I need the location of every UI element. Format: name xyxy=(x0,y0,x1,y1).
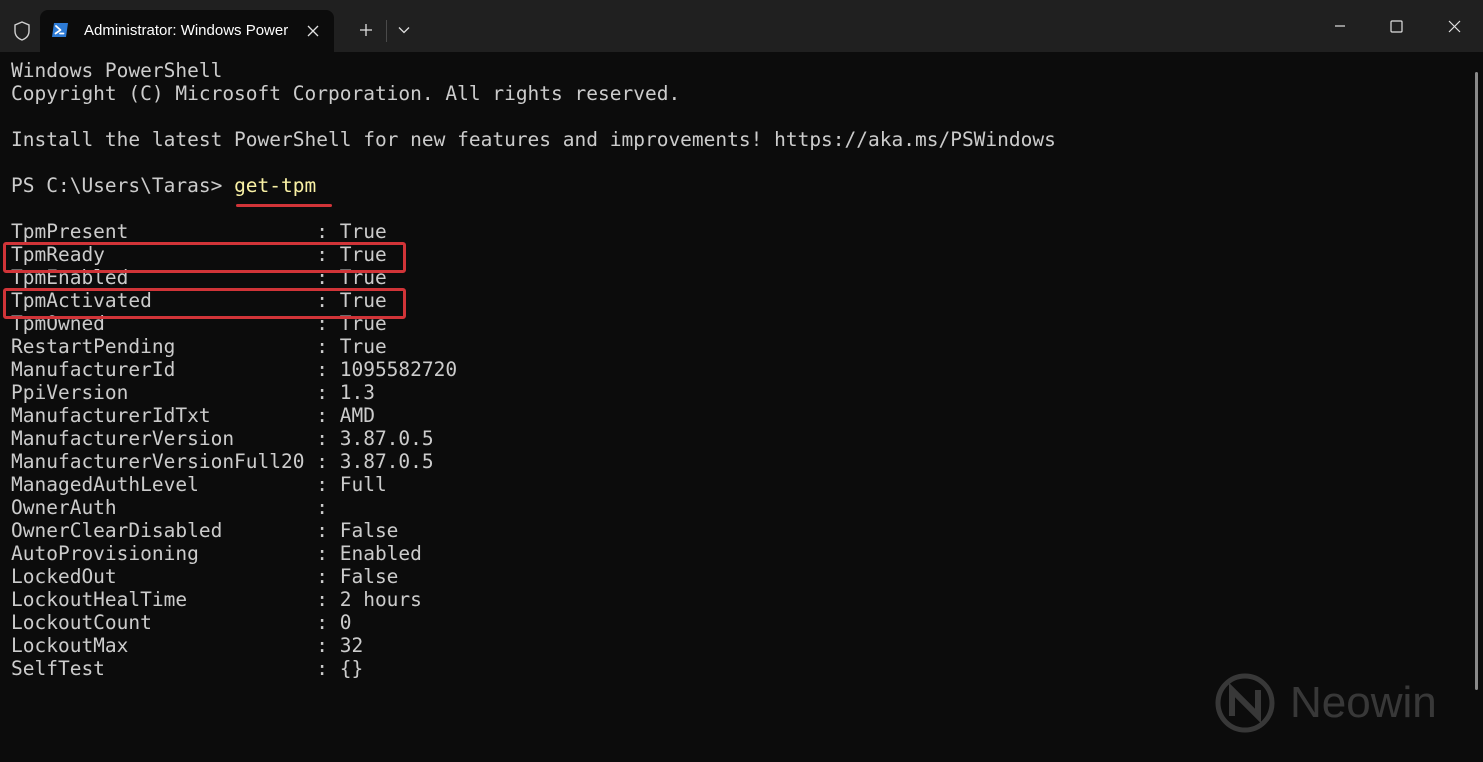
powershell-icon xyxy=(51,21,69,39)
terminal-line: OwnerAuth : xyxy=(11,496,328,519)
terminal-line: LockoutMax : 32 xyxy=(11,634,364,657)
close-icon xyxy=(1448,20,1460,32)
terminal-line: Install the latest PowerShell for new fe… xyxy=(11,128,1056,151)
close-window-button[interactable] xyxy=(1425,0,1483,52)
terminal-line: OwnerClearDisabled : False xyxy=(11,519,399,542)
command-text: get-tpm xyxy=(234,174,317,197)
tpm-present-highlight xyxy=(3,242,406,273)
terminal-line: ManufacturerVersion : 3.87.0.5 xyxy=(11,427,434,450)
chevron-down-icon xyxy=(398,27,410,34)
command-line: PS C:\Users\Taras> get-tpm xyxy=(11,174,1056,197)
tab-powershell[interactable]: Administrator: Windows PowerShell xyxy=(40,10,334,52)
title-bar: Administrator: Windows PowerShell xyxy=(0,0,1483,52)
terminal-line: RestartPending : True xyxy=(11,335,387,358)
scrollbar[interactable] xyxy=(1475,72,1478,690)
tab-title: Administrator: Windows PowerShell xyxy=(84,22,289,39)
command-underline-annotation xyxy=(236,204,332,207)
terminal-line: TpmPresent : True xyxy=(11,220,387,243)
terminal-line: SelfTest : {} xyxy=(11,657,364,680)
tpm-enabled-highlight xyxy=(3,288,406,319)
maximize-icon xyxy=(1389,19,1403,33)
plus-icon xyxy=(360,24,372,36)
terminal-line: AutoProvisioning : Enabled xyxy=(11,542,422,565)
terminal-window: Administrator: Windows PowerShell xyxy=(0,0,1483,762)
terminal-line: ManufacturerVersionFull20 : 3.87.0.5 xyxy=(11,450,434,473)
neowin-watermark: Neowin xyxy=(1214,672,1437,734)
tab-dropdown-button[interactable] xyxy=(388,12,420,48)
terminal-line: Copyright (C) Microsoft Corporation. All… xyxy=(11,82,681,105)
terminal-line: PpiVersion : 1.3 xyxy=(11,381,375,404)
titlebar-divider xyxy=(386,20,387,42)
minimize-button[interactable] xyxy=(1311,0,1369,52)
terminal-line: Windows PowerShell xyxy=(11,59,223,82)
terminal-line: ManagedAuthLevel : Full xyxy=(11,473,387,496)
prompt: PS C:\Users\Taras> xyxy=(11,174,235,197)
terminal-line: ManufacturerId : 1095582720 xyxy=(11,358,458,381)
close-icon[interactable] xyxy=(302,20,324,42)
terminal-output[interactable]: Windows PowerShell Copyright (C) Microso… xyxy=(11,59,1056,680)
maximize-button[interactable] xyxy=(1367,0,1425,52)
terminal-line: LockoutCount : 0 xyxy=(11,611,352,634)
terminal-line: LockoutHealTime : 2 hours xyxy=(11,588,422,611)
terminal-line: ManufacturerIdTxt : AMD xyxy=(11,404,375,427)
watermark-text: Neowin xyxy=(1290,678,1437,727)
minimize-icon xyxy=(1335,25,1345,27)
new-tab-button[interactable] xyxy=(346,12,386,48)
shield-icon xyxy=(10,19,34,43)
terminal-line: LockedOut : False xyxy=(11,565,399,588)
neowin-logo-icon xyxy=(1215,673,1275,733)
